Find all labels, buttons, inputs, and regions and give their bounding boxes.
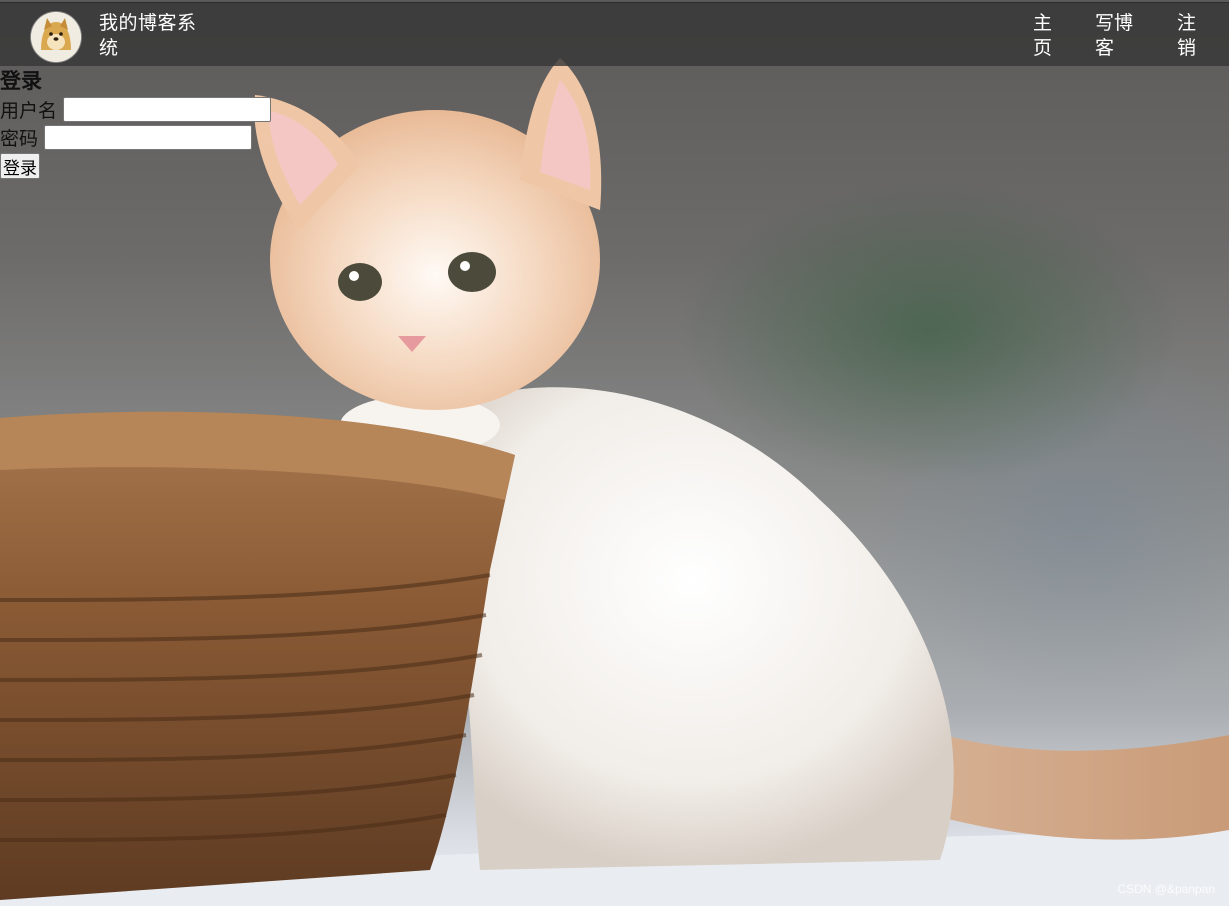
site-title: 我的博客系统 bbox=[99, 12, 197, 59]
username-label: 用户名 bbox=[0, 99, 58, 122]
nav-write-blog-link[interactable]: 写博客 bbox=[1095, 11, 1139, 61]
watermark-text: CSDN @&panpan bbox=[1117, 882, 1215, 896]
top-navigation-bar: 我的博客系统 主页 写博客 注销 bbox=[0, 2, 1229, 66]
username-row: 用户名 bbox=[0, 95, 272, 123]
nav-home-link[interactable]: 主页 bbox=[1033, 11, 1055, 61]
login-heading: 登录 bbox=[0, 69, 42, 93]
doge-avatar-icon bbox=[31, 12, 81, 62]
password-label: 密码 bbox=[0, 127, 39, 150]
password-row: 密码 bbox=[0, 123, 271, 151]
login-form: 登录 用户名 密码 登录 bbox=[0, 67, 272, 179]
password-input[interactable] bbox=[44, 124, 253, 150]
login-button[interactable]: 登录 bbox=[0, 153, 40, 179]
nav-logout-link[interactable]: 注销 bbox=[1177, 11, 1199, 61]
username-input[interactable] bbox=[63, 96, 272, 122]
